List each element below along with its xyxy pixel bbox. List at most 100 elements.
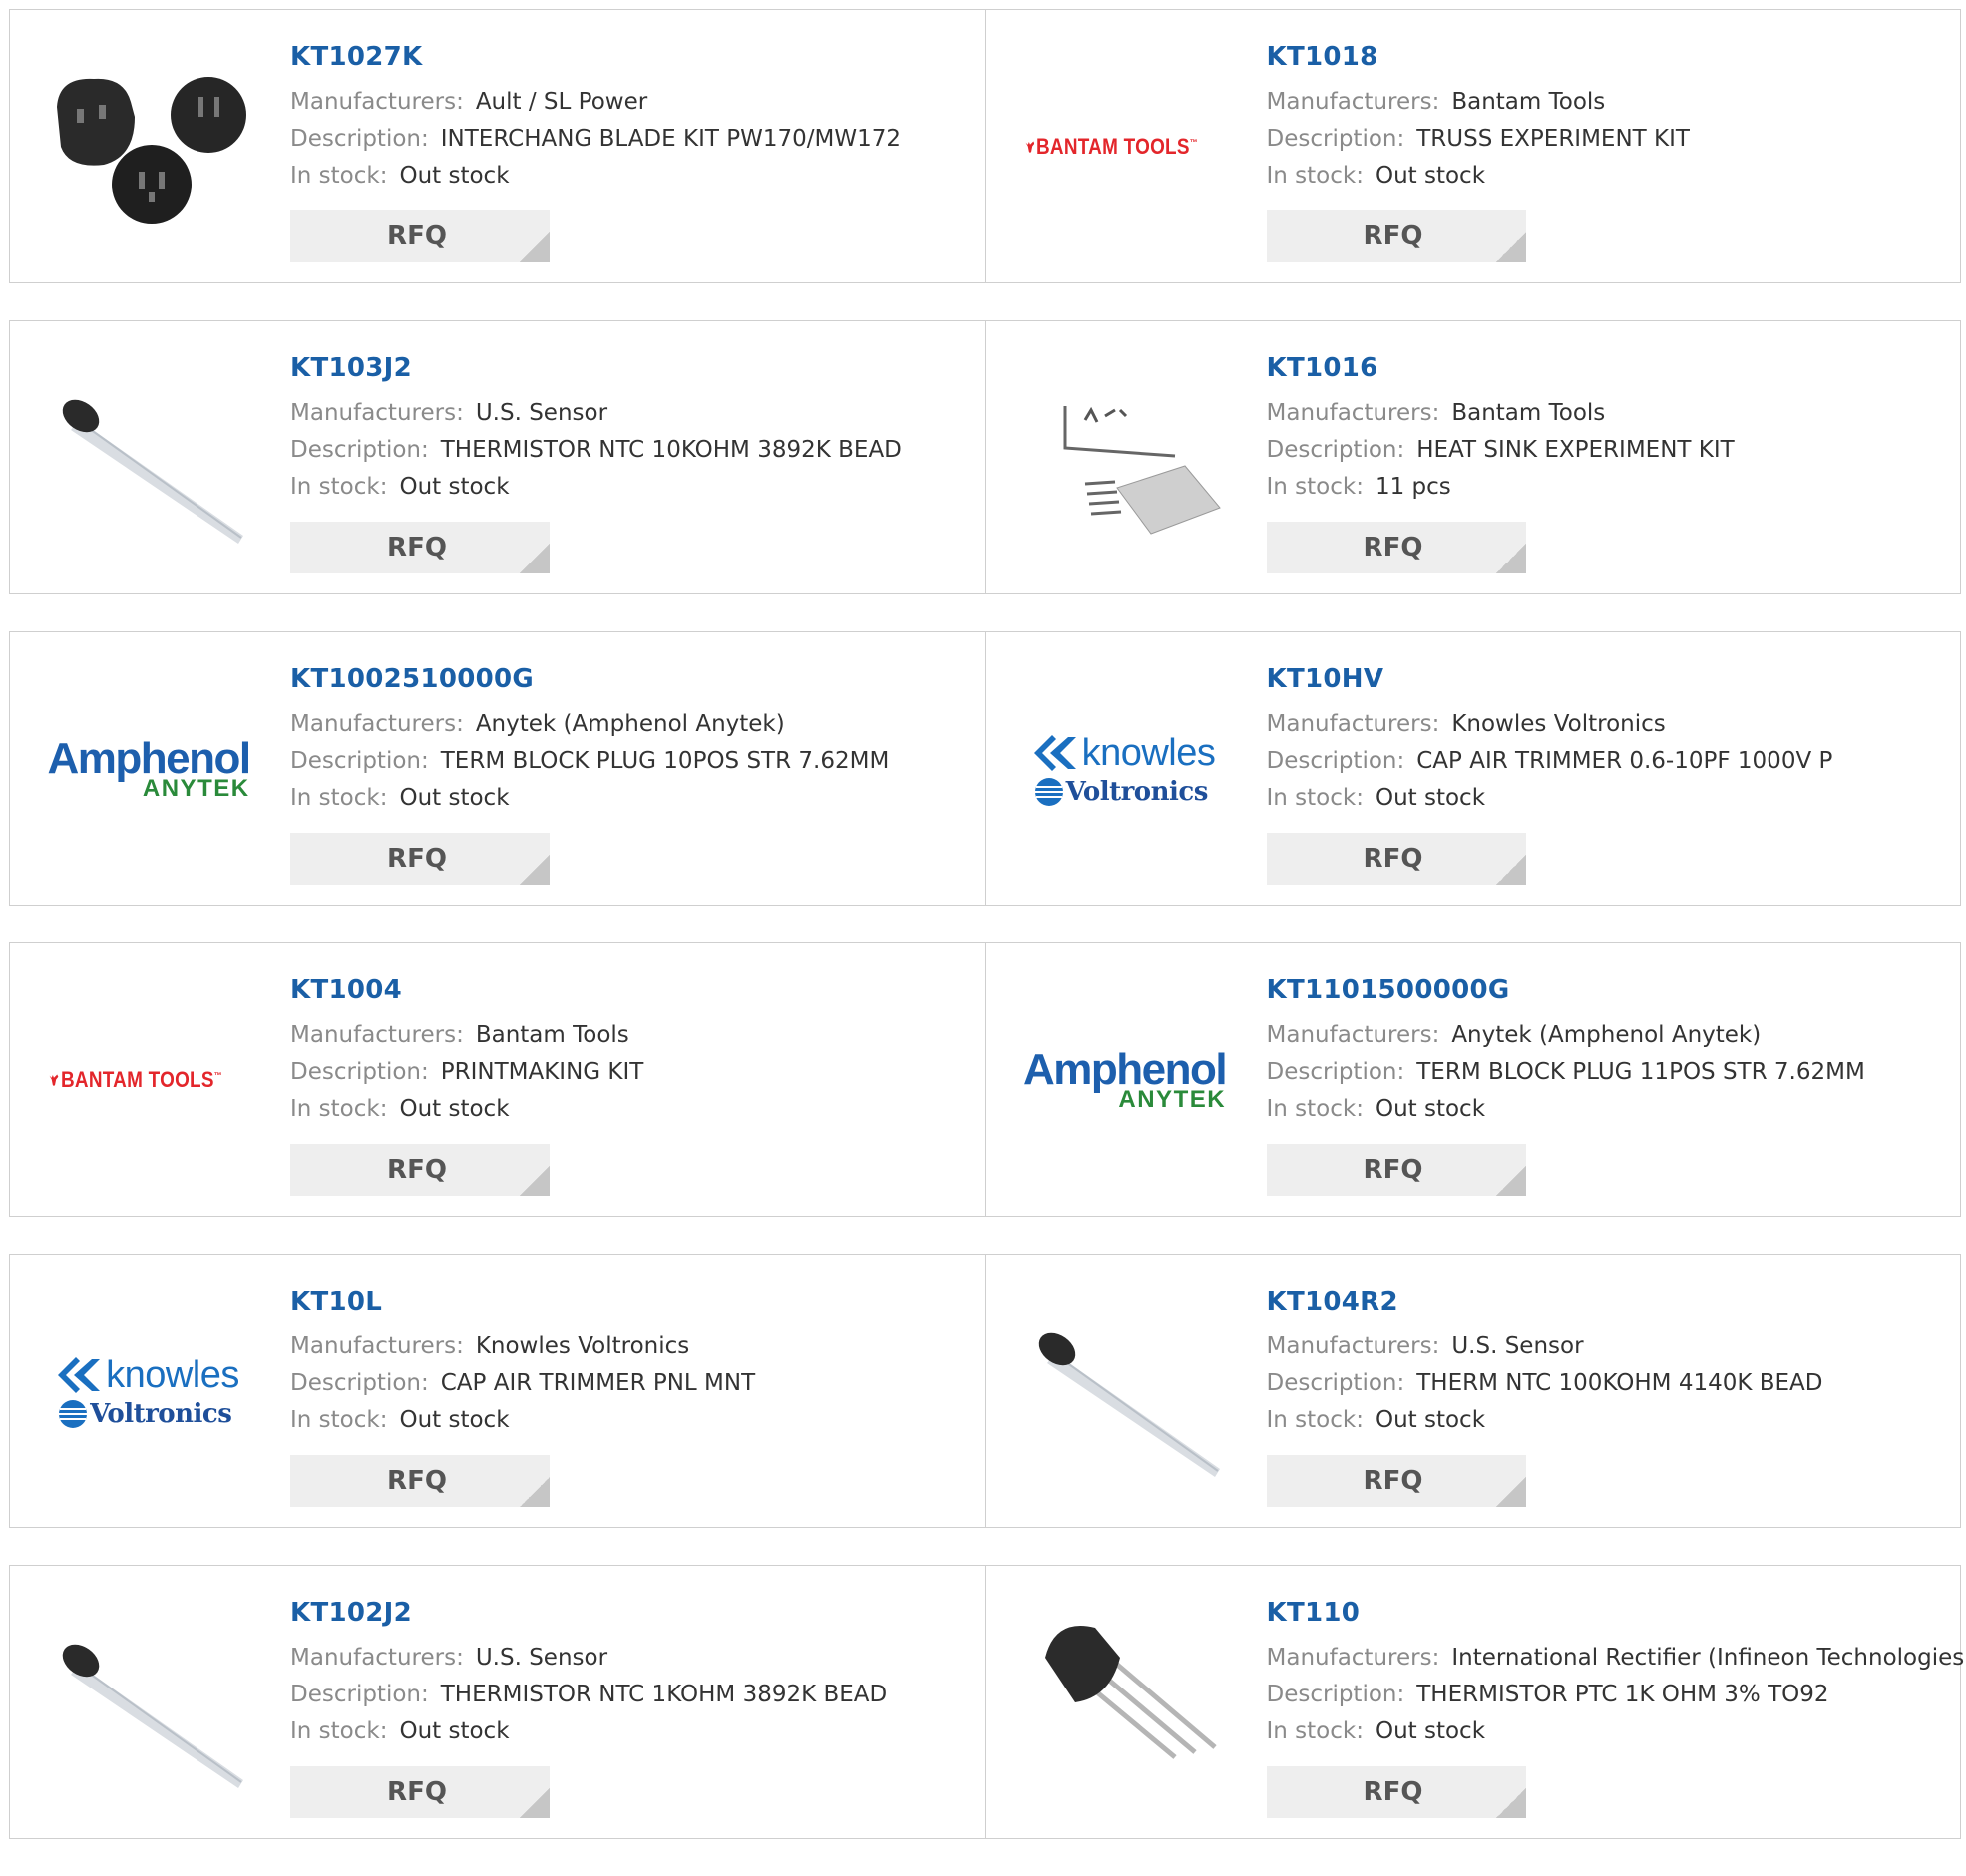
description-line: Description: TERM BLOCK PLUG 11POS STR 7.… <box>1267 1054 1941 1091</box>
product-card: KT110 Manufacturers: International Rectif… <box>984 1566 1966 1838</box>
rfq-button[interactable]: RFQ <box>290 210 550 262</box>
product-image[interactable] <box>49 47 248 246</box>
thermistor-bead-icon <box>1038 1332 1220 1477</box>
rfq-button[interactable]: RFQ <box>1266 833 1526 885</box>
manufacturer-value: Bantam Tools <box>475 1022 629 1048</box>
description-value: TERM BLOCK PLUG 10POS STR 7.62MM <box>440 748 890 774</box>
corner-triangle-icon <box>1495 1477 1526 1507</box>
product-info: KT1101500000G Manufacturers: Anytek (Amph… <box>1267 973 1941 1128</box>
product-image[interactable]: Amphenol ANYTEK <box>47 669 251 869</box>
part-number-link[interactable]: KT10HV <box>1267 662 1941 696</box>
description-line: Description: THERMISTOR NTC 10KOHM 3892K … <box>290 432 966 469</box>
stock-value: Out stock <box>1375 1096 1486 1122</box>
description-line: Description: TRUSS EXPERIMENT KIT <box>1267 121 1941 158</box>
product-image[interactable]: Amphenol ANYTEK <box>1023 980 1228 1180</box>
rfq-label: RFQ <box>1363 1777 1423 1807</box>
rfq-button[interactable]: RFQ <box>290 833 550 885</box>
manufacturer-value: Bantam Tools <box>1451 400 1606 426</box>
part-number-link[interactable]: KT1027K <box>290 40 966 74</box>
description-value: HEAT SINK EXPERIMENT KIT <box>1416 437 1735 463</box>
manufacturer-label: Manufacturers: <box>290 89 464 115</box>
product-image[interactable]: knowles Voltronics <box>49 1292 248 1491</box>
product-grid: KT1027K Manufacturers: Ault / SL Power De… <box>9 9 1966 1876</box>
manufacturer-label: Manufacturers: <box>290 1333 464 1359</box>
description-label: Description: <box>290 437 429 463</box>
stock-value: Out stock <box>1375 785 1486 811</box>
trademark-mark: ™ <box>1190 137 1199 148</box>
voltronics-globe-icon <box>1034 777 1063 806</box>
rfq-button[interactable]: RFQ <box>1266 1455 1526 1507</box>
part-number-link[interactable]: KT110 <box>1267 1596 1941 1630</box>
stock-value: Out stock <box>399 474 510 500</box>
manufacturer-value: Anytek (Amphenol Anytek) <box>1451 1022 1762 1048</box>
manufacturer-label: Manufacturers: <box>1266 711 1440 737</box>
description-line: Description: HEAT SINK EXPERIMENT KIT <box>1267 432 1941 469</box>
rfq-button[interactable]: RFQ <box>290 1144 550 1196</box>
corner-triangle-icon <box>1495 544 1526 573</box>
part-number-link[interactable]: KT1002510000G <box>290 662 966 696</box>
part-number-link[interactable]: KT103J2 <box>290 351 966 385</box>
product-image[interactable] <box>1025 358 1225 558</box>
corner-triangle-icon <box>520 1788 550 1818</box>
description-line: Description: PRINTMAKING KIT <box>290 1054 966 1091</box>
part-number-link[interactable]: KT1101500000G <box>1267 973 1941 1007</box>
description-value: INTERCHANG BLADE KIT PW170/MW172 <box>440 126 901 152</box>
product-card: Amphenol ANYTEK KT1101500000G Manufacture… <box>984 943 1961 1216</box>
stock-line: In stock: Out stock <box>1267 1091 1941 1128</box>
product-image[interactable]: knowles Voltronics <box>1025 669 1225 869</box>
product-card: KT104R2 Manufacturers: U.S. Sensor Descri… <box>984 1255 1961 1527</box>
part-number-link[interactable]: KT1018 <box>1267 40 1941 74</box>
description-line: Description: THERM NTC 100KOHM 4140K BEAD <box>1267 1365 1941 1402</box>
description-line: Description: CAP AIR TRIMMER PNL MNT <box>290 1365 966 1402</box>
product-image[interactable]: BANTAM TOOLS™ <box>49 980 248 1180</box>
corner-triangle-icon <box>520 1166 550 1196</box>
bantam-tools-logo-text: BANTAM TOOLS™ <box>60 1067 222 1092</box>
description-value: TERM BLOCK PLUG 11POS STR 7.62MM <box>1416 1059 1865 1085</box>
rfq-button[interactable]: RFQ <box>1266 1144 1526 1196</box>
manufacturer-line: Manufacturers: International Rectifier (I… <box>1267 1640 1966 1677</box>
product-image[interactable] <box>49 358 248 558</box>
part-number-link[interactable]: KT104R2 <box>1267 1285 1941 1318</box>
rfq-button[interactable]: RFQ <box>1266 1766 1526 1818</box>
manufacturer-label: Manufacturers: <box>1266 400 1440 426</box>
product-row: KT103J2 Manufacturers: U.S. Sensor Descri… <box>9 320 1961 594</box>
description-label: Description: <box>290 748 429 774</box>
manufacturer-label: Manufacturers: <box>290 711 464 737</box>
description-label: Description: <box>1266 126 1405 152</box>
description-value: THERM NTC 100KOHM 4140K BEAD <box>1416 1370 1823 1396</box>
product-image[interactable] <box>49 1603 248 1802</box>
voltronics-logo-text: Voltronics <box>1065 776 1209 807</box>
part-number-link[interactable]: KT1004 <box>290 973 966 1007</box>
corner-triangle-icon <box>520 855 550 885</box>
description-line: Description: INTERCHANG BLADE KIT PW170/M… <box>290 121 966 158</box>
stock-label: In stock: <box>1266 785 1364 811</box>
part-number-link[interactable]: KT1016 <box>1267 351 1941 385</box>
manufacturer-line: Manufacturers: U.S. Sensor <box>290 395 966 432</box>
stock-label: In stock: <box>290 474 388 500</box>
part-number-link[interactable]: KT10L <box>290 1285 966 1318</box>
corner-triangle-icon <box>520 544 550 573</box>
stock-label: In stock: <box>1266 1407 1364 1433</box>
product-image[interactable]: BANTAM TOOLS™ <box>1025 47 1225 246</box>
rfq-button[interactable]: RFQ <box>290 522 550 573</box>
manufacturer-line: Manufacturers: Anytek (Amphenol Anytek) <box>290 706 966 743</box>
knowles-chevron-icon <box>1033 735 1076 771</box>
product-image[interactable] <box>1025 1603 1225 1802</box>
rfq-button[interactable]: RFQ <box>290 1455 550 1507</box>
product-image[interactable] <box>1025 1292 1225 1491</box>
rfq-label: RFQ <box>1363 533 1423 563</box>
anytek-logo-text: ANYTEK <box>1118 1086 1227 1113</box>
stock-value: Out stock <box>1375 163 1486 188</box>
rfq-label: RFQ <box>1363 1155 1423 1185</box>
product-card: BANTAM TOOLS™ KT1018 Manufacturers: Banta… <box>984 10 1961 282</box>
rfq-button[interactable]: RFQ <box>1266 522 1526 573</box>
stock-line: In stock: Out stock <box>290 1713 966 1750</box>
manufacturer-label: Manufacturers: <box>290 400 464 426</box>
corner-triangle-icon <box>520 232 550 262</box>
rfq-button[interactable]: RFQ <box>1266 210 1526 262</box>
stock-value: Out stock <box>1375 1407 1486 1433</box>
rfq-button[interactable]: RFQ <box>290 1766 550 1818</box>
description-line: Description: THERMISTOR PTC 1K OHM 3% TO9… <box>1267 1677 1941 1713</box>
part-number-link[interactable]: KT102J2 <box>290 1596 966 1630</box>
stock-label: In stock: <box>290 1718 388 1744</box>
